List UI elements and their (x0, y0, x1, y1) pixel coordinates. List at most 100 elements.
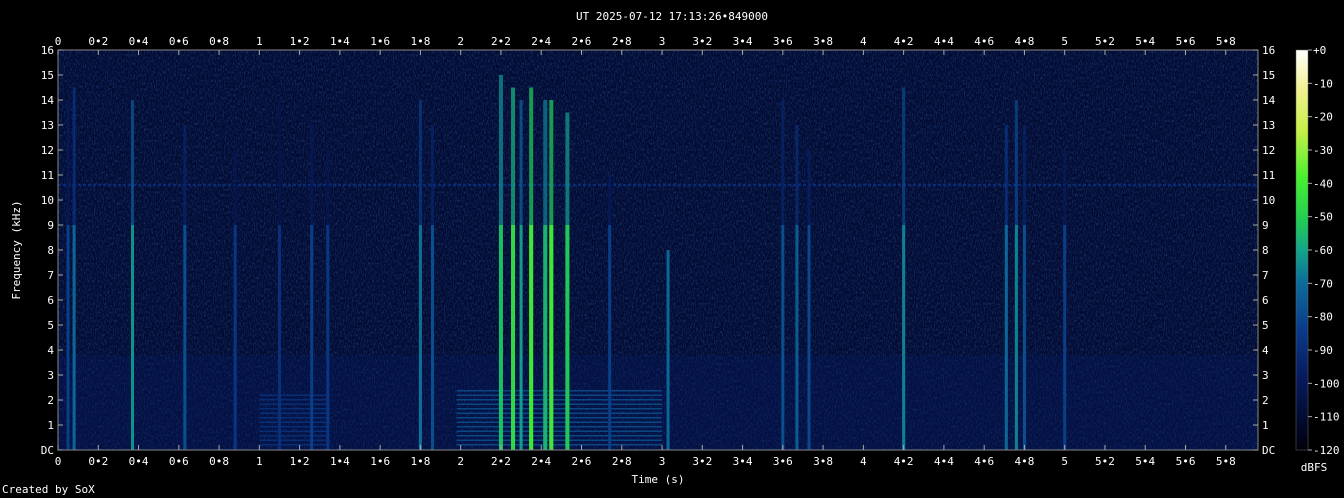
colorbar-label: dBFS (1301, 461, 1328, 474)
y-tick-label: 14 (1262, 94, 1276, 107)
x-tick-label: 1•6 (370, 35, 390, 48)
colorbar-tick-label: -90 (1313, 344, 1333, 357)
x-tick-label: 2 (457, 455, 464, 468)
y-tick-label: 12 (41, 144, 54, 157)
burst-core (277, 225, 281, 450)
burst-core (498, 225, 503, 450)
x-tick-label: 3•6 (773, 35, 793, 48)
x-tick-label: 2•2 (491, 455, 511, 468)
harmonic-line (456, 430, 663, 432)
colorbar-tick-label: +0 (1313, 44, 1326, 57)
burst-core (511, 225, 516, 450)
x-tick-label: 5•4 (1135, 35, 1155, 48)
burst-core (807, 225, 811, 450)
harmonic-line (456, 390, 663, 392)
x-tick-label: 5•8 (1216, 35, 1236, 48)
x-tick-label: 5 (1061, 455, 1068, 468)
x-tick-label: 2•2 (491, 35, 511, 48)
y-tick-label: 8 (47, 244, 54, 257)
y-tick-label: 1 (1262, 419, 1269, 432)
x-tick-label: 2•6 (572, 35, 592, 48)
burst-core (608, 225, 612, 450)
burst-core (418, 225, 422, 450)
y-tick-label: 16 (1262, 44, 1275, 57)
x-tick-label: 4•8 (1015, 35, 1035, 48)
y-tick-label: 5 (1262, 319, 1269, 332)
harmonic-line (259, 394, 330, 396)
y-tick-label: 10 (1262, 194, 1275, 207)
y-tick-label: DC (1262, 444, 1275, 457)
harmonic-line (456, 444, 663, 446)
x-tick-label: 0•6 (169, 35, 189, 48)
y-tick-label: 4 (47, 344, 54, 357)
x-tick-label: 3•4 (733, 455, 753, 468)
harmonic-line (456, 408, 663, 410)
harmonic-line (456, 426, 663, 428)
burst-core (902, 225, 906, 450)
y-tick-label: 13 (1262, 119, 1275, 132)
x-tick-label: 0•8 (209, 35, 229, 48)
burst-core (1004, 225, 1008, 450)
burst-core (519, 225, 523, 450)
x-tick-label: 1•6 (370, 455, 390, 468)
burst-core (543, 225, 548, 450)
burst-core (430, 225, 434, 450)
x-tick-label: 3•8 (813, 35, 833, 48)
x-tick-label: 4•2 (894, 35, 914, 48)
x-tick-label: 5•6 (1176, 455, 1196, 468)
colorbar-tick-label: -40 (1313, 177, 1333, 190)
burst-core (795, 225, 799, 450)
y-tick-label: 7 (47, 269, 54, 282)
harmonic-line (259, 439, 330, 441)
spectrogram-chart: UT 2025-07-12 17:13:26•849000 0 0•2 0•4 0•6… (10, 10, 1340, 486)
y-tick-label: 2 (47, 394, 54, 407)
burst-core (1014, 225, 1018, 450)
y-tick-label: 9 (47, 219, 54, 232)
x-tick-label: 1•8 (410, 35, 430, 48)
x-tick-label: 5•8 (1216, 455, 1236, 468)
harmonic-line (456, 399, 663, 401)
x-tick-label: 2•4 (531, 455, 551, 468)
x-tick-label: 2•8 (612, 35, 632, 48)
x-tick-label: 1•4 (330, 455, 350, 468)
x-tick-label: 3•8 (813, 455, 833, 468)
x-tick-label: 2•8 (612, 455, 632, 468)
x-axis-label: Time (s) (632, 473, 685, 486)
y-tick-label: 2 (1262, 394, 1269, 407)
x-tick-label: 4•4 (934, 455, 954, 468)
burst-core (66, 225, 70, 450)
harmonic-line (259, 399, 330, 401)
colorbar-tick-label: -20 (1313, 111, 1333, 124)
x-tick-label: 0 (55, 35, 62, 48)
x-tick-label: 0•2 (88, 35, 108, 48)
y-tick-label: 6 (47, 294, 54, 307)
burst-core (1063, 225, 1067, 450)
x-tick-label: 1 (256, 35, 263, 48)
x-tick-label: 5•6 (1176, 35, 1196, 48)
burst-core (1022, 225, 1026, 450)
burst-core (72, 225, 76, 450)
y-tick-label: 16 (41, 44, 54, 57)
y-tick-label: 10 (41, 194, 54, 207)
x-tick-label: 4•4 (934, 35, 954, 48)
x-tick-label: 4 (860, 455, 867, 468)
colorbar: +0 -10 -20 -30 -40 -50 -60 -70 -80 -90 -100 -110 -12… (1295, 44, 1340, 474)
x-tick-label: 3•4 (733, 35, 753, 48)
colorbar-tick-label: -80 (1313, 311, 1333, 324)
x-tick-label: 1 (256, 455, 263, 468)
burst-core (326, 225, 330, 450)
x-tick-label: 5•4 (1135, 455, 1155, 468)
x-tick-label: 3•2 (692, 455, 712, 468)
y-tick-label: 12 (1262, 144, 1275, 157)
harmonic-line (456, 403, 663, 405)
harmonic-line (259, 403, 330, 405)
x-tick-label: 4•6 (974, 455, 994, 468)
y-tick-label: 1 (47, 419, 54, 432)
colorbar-tick-label: -70 (1313, 277, 1333, 290)
x-tick-label: 0•8 (209, 455, 229, 468)
colorbar-tick-label: -100 (1313, 377, 1340, 390)
x-tick-label: 2•4 (531, 35, 551, 48)
y-tick-label: DC (41, 444, 54, 457)
x-tick-label: 0 (55, 455, 62, 468)
colorbar-gradient (1295, 49, 1309, 451)
